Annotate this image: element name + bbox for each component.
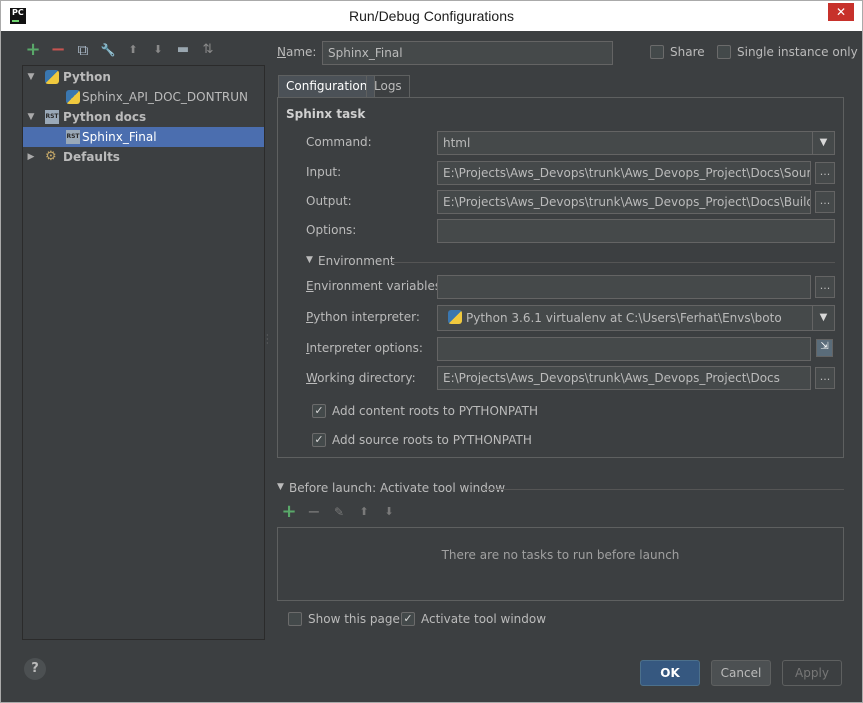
add-source-roots-label: Add source roots to PYTHONPATH: [332, 433, 532, 447]
add-configuration-icon[interactable]: +: [25, 41, 41, 59]
tree-item-label: Python: [63, 70, 111, 84]
tree-item-label: Defaults: [63, 150, 120, 164]
command-selected-value: html: [443, 136, 471, 150]
show-this-page-label: Show this page: [308, 612, 400, 626]
move-down-icon[interactable]: ⬇: [150, 41, 166, 59]
working-directory-browse-button[interactable]: ...: [815, 367, 835, 389]
configurations-toolbar: + − ⧉ 🔧 ⬆ ⬇ ▬ ⇅: [23, 41, 263, 61]
tree-item-defaults[interactable]: ▶ ⚙ Defaults: [23, 147, 264, 167]
name-input[interactable]: Sphinx_Final: [322, 41, 613, 65]
add-task-icon[interactable]: +: [281, 503, 297, 521]
remove-configuration-icon[interactable]: −: [50, 41, 66, 59]
add-content-roots-label: Add content roots to PYTHONPATH: [332, 404, 538, 418]
before-launch-task-list[interactable]: There are no tasks to run before launch: [277, 527, 844, 601]
share-label: Share: [670, 45, 705, 59]
folder-icon[interactable]: ▬: [175, 41, 191, 59]
tree-item-python[interactable]: ▼ Python: [23, 67, 264, 87]
environment-separator: [391, 262, 835, 263]
edit-defaults-icon[interactable]: 🔧: [100, 41, 116, 59]
ok-button[interactable]: OK: [640, 660, 700, 686]
python-icon: [66, 90, 80, 104]
splitter-handle[interactable]: · · ·: [266, 332, 270, 348]
add-source-roots-checkbox[interactable]: ✓: [312, 433, 326, 447]
remove-task-icon[interactable]: −: [306, 504, 322, 520]
python-icon: [45, 70, 59, 84]
options-label: Options:: [306, 223, 357, 237]
name-label: Name:: [277, 45, 317, 59]
environment-collapse-icon[interactable]: ▼: [306, 255, 313, 265]
tree-item-label: Sphinx_Final: [82, 130, 157, 144]
tree-item-python-docs[interactable]: ▼ RST Python docs: [23, 107, 264, 127]
add-content-roots-checkbox[interactable]: ✓: [312, 404, 326, 418]
sphinx-task-heading: Sphinx task: [286, 107, 366, 121]
chevron-down-icon[interactable]: ▼: [812, 306, 834, 330]
copy-configuration-icon[interactable]: ⧉: [75, 41, 91, 59]
input-path-field[interactable]: E:\Projects\Aws_Devops\trunk\Aws_Devops_…: [437, 161, 811, 185]
run-debug-configurations-dialog: PC Run/Debug Configurations ✕ + − ⧉ 🔧 ⬆ …: [0, 0, 863, 703]
working-directory-field[interactable]: E:\Projects\Aws_Devops\trunk\Aws_Devops_…: [437, 366, 811, 390]
python-icon: [448, 310, 462, 324]
collapse-arrow-icon[interactable]: ▶: [25, 147, 37, 167]
command-select[interactable]: html ▼: [437, 131, 835, 155]
tree-item-sphinx-final[interactable]: RST Sphinx_Final: [23, 127, 264, 147]
tab-logs[interactable]: Logs: [366, 75, 410, 97]
activate-tool-window-checkbox[interactable]: ✓: [401, 612, 415, 626]
show-this-page-checkbox[interactable]: [288, 612, 302, 626]
tree-item-label: Python docs: [63, 110, 147, 124]
expand-arrow-icon[interactable]: ▼: [25, 67, 37, 87]
sort-configurations-icon[interactable]: ⇅: [200, 41, 216, 59]
output-label: Output:: [306, 194, 352, 208]
before-launch-heading: Before launch: Activate tool window: [289, 481, 506, 495]
input-label: Input:: [306, 165, 342, 179]
tree-item-label: Sphinx_API_DOC_DONTRUN: [82, 90, 249, 104]
expand-field-icon[interactable]: ⇲: [816, 339, 833, 357]
single-instance-label: Single instance only: [737, 45, 858, 59]
move-task-up-icon[interactable]: ⬆: [356, 504, 372, 520]
interpreter-selected-value: Python 3.6.1 virtualenv at C:\Users\Ferh…: [466, 311, 782, 325]
before-launch-collapse-icon[interactable]: ▼: [277, 482, 284, 492]
configurations-tree[interactable]: ▼ Python Sphinx_API_DOC_DONTRUN ▼ RST Py…: [22, 65, 265, 640]
env-vars-browse-button[interactable]: ...: [815, 276, 835, 298]
title-bar: PC Run/Debug Configurations ✕: [1, 1, 862, 31]
apply-button[interactable]: Apply: [782, 660, 842, 686]
python-interpreter-select[interactable]: Python 3.6.1 virtualenv at C:\Users\Ferh…: [437, 305, 835, 331]
rst-icon: RST: [66, 130, 80, 144]
wrench-icon: ⚙: [45, 149, 57, 164]
help-button[interactable]: ?: [24, 658, 46, 680]
interpreter-options-field[interactable]: [437, 337, 811, 361]
environment-heading: Environment: [318, 254, 395, 268]
output-browse-button[interactable]: ...: [815, 191, 835, 213]
input-browse-button[interactable]: ...: [815, 162, 835, 184]
window-title: Run/Debug Configurations: [349, 8, 514, 24]
tree-item-sphinx-api-doc-dontrun[interactable]: Sphinx_API_DOC_DONTRUN: [23, 87, 264, 107]
working-directory-label: Working directory:: [306, 371, 416, 385]
tab-configuration[interactable]: Configuration: [278, 75, 376, 97]
share-checkbox[interactable]: [650, 45, 664, 59]
command-label: Command:: [306, 135, 372, 149]
chevron-down-icon[interactable]: ▼: [812, 132, 834, 154]
before-launch-separator: [483, 489, 844, 490]
move-up-icon[interactable]: ⬆: [125, 41, 141, 59]
expand-arrow-icon[interactable]: ▼: [25, 107, 37, 127]
activate-tool-window-label: Activate tool window: [421, 612, 547, 626]
single-instance-checkbox[interactable]: [717, 45, 731, 59]
move-task-down-icon[interactable]: ⬇: [381, 504, 397, 520]
edit-task-icon[interactable]: ✎: [331, 504, 347, 520]
empty-task-list-text: There are no tasks to run before launch: [441, 548, 680, 562]
rst-icon: RST: [45, 110, 59, 124]
python-interpreter-label: Python interpreter:: [306, 310, 420, 324]
cancel-button[interactable]: Cancel: [711, 660, 771, 686]
env-vars-label: Environment variables:: [306, 279, 446, 293]
interpreter-options-label: Interpreter options:: [306, 341, 423, 355]
env-vars-field[interactable]: [437, 275, 811, 299]
output-path-field[interactable]: E:\Projects\Aws_Devops\trunk\Aws_Devops_…: [437, 190, 811, 214]
options-input[interactable]: [437, 219, 835, 243]
close-window-button[interactable]: ✕: [828, 3, 854, 21]
